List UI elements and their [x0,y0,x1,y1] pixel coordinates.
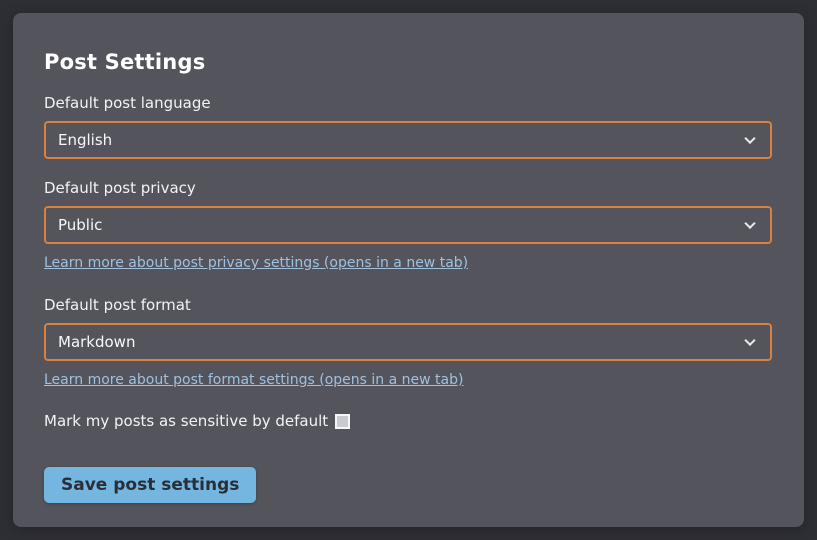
page-title: Post Settings [44,49,773,76]
default-post-language-value: English [58,131,112,149]
default-post-language-label: Default post language [44,95,773,112]
default-post-format-select[interactable]: Markdown [44,323,772,361]
default-post-privacy-value: Public [58,216,102,234]
sensitive-checkbox[interactable] [335,414,350,429]
post-settings-panel: Post Settings Default post language Engl… [13,13,804,527]
default-post-format-label: Default post format [44,297,773,314]
save-post-settings-button[interactable]: Save post settings [44,467,256,503]
default-post-format-value: Markdown [58,333,135,351]
field-default-post-language: Default post language English [44,95,773,159]
post-privacy-learn-more-link[interactable]: Learn more about post privacy settings (… [44,255,468,271]
field-default-post-format: Default post format Markdown Learn more … [44,297,773,388]
default-post-privacy-label: Default post privacy [44,180,773,197]
chevron-down-icon [744,133,755,144]
field-default-post-privacy: Default post privacy Public Learn more a… [44,180,773,271]
sensitive-checkbox-label: Mark my posts as sensitive by default [44,412,328,430]
default-post-language-select[interactable]: English [44,121,772,159]
chevron-down-icon [744,218,755,229]
default-post-privacy-select[interactable]: Public [44,206,772,244]
sensitive-by-default-row: Mark my posts as sensitive by default [44,412,773,430]
chevron-down-icon [744,335,755,346]
post-format-learn-more-link[interactable]: Learn more about post format settings (o… [44,372,463,388]
page-background: Post Settings Default post language Engl… [0,0,817,540]
